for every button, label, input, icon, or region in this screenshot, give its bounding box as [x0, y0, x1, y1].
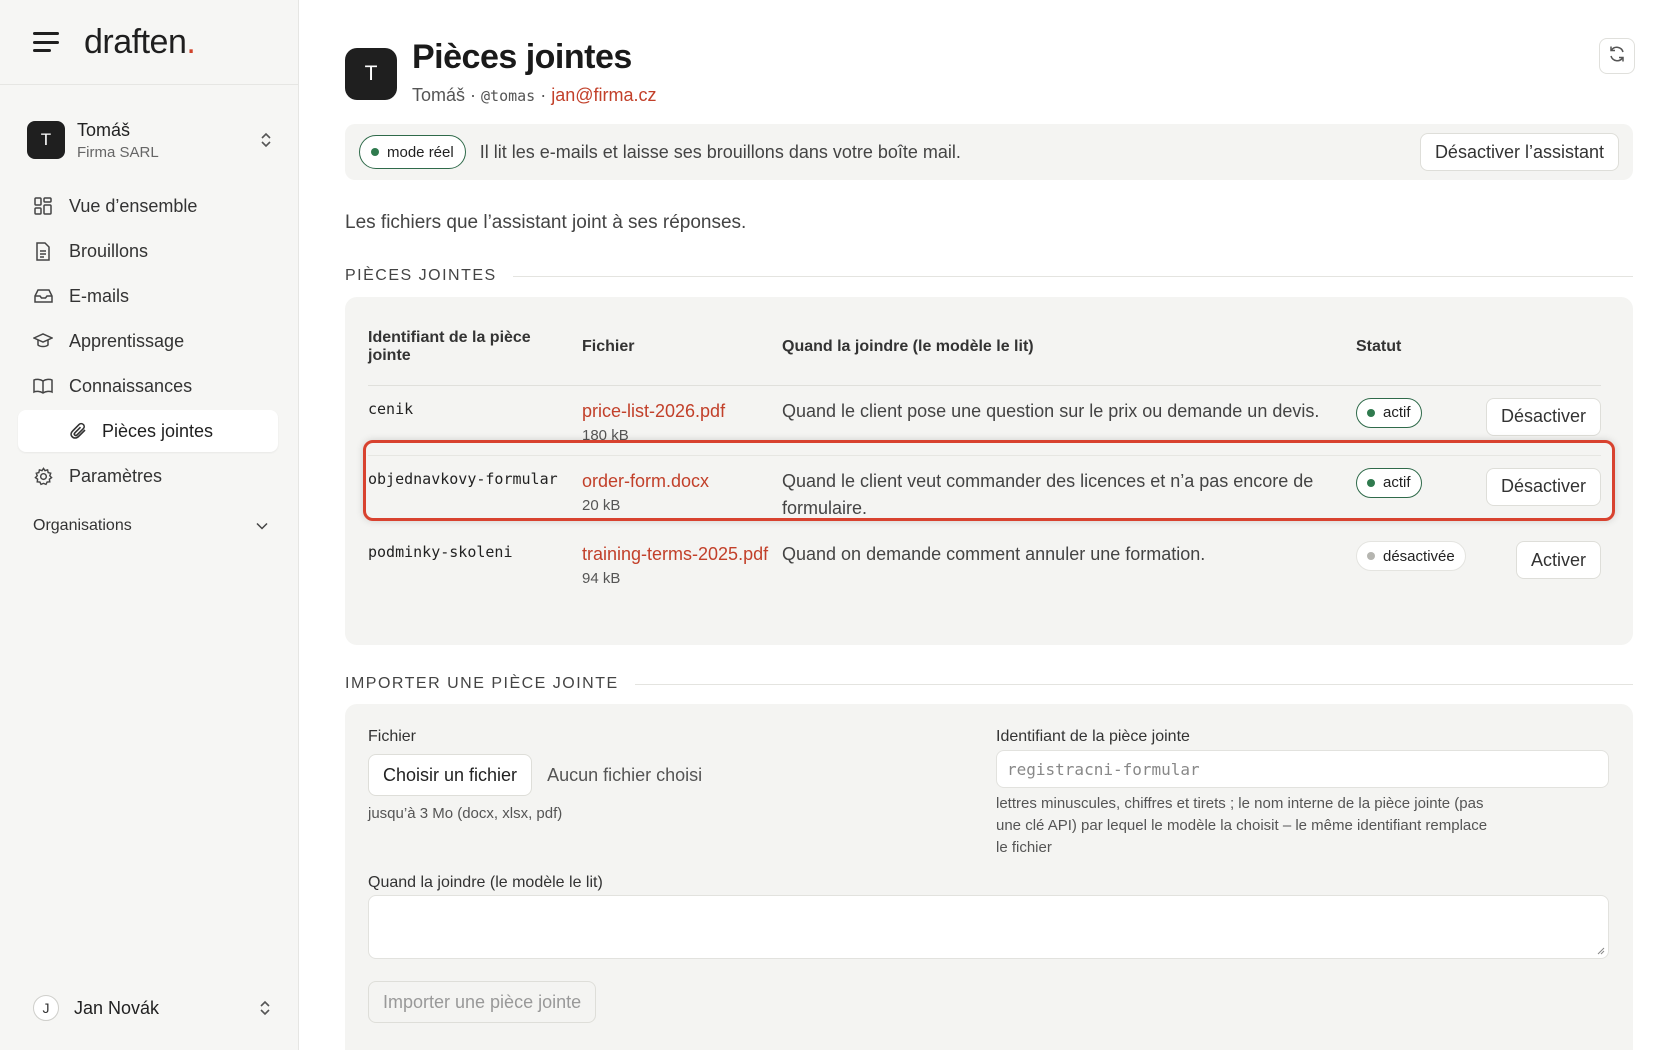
chevron-updown-icon: [258, 131, 274, 149]
menu-icon[interactable]: [33, 32, 59, 52]
page-title: Pièces jointes: [412, 38, 632, 76]
resize-handle-icon[interactable]: [1595, 945, 1605, 955]
nav-item-knowledge[interactable]: Connaissances: [0, 365, 280, 407]
upload-section-heading: IMPORTER UNE PIÈCE JOINTE: [345, 675, 1633, 693]
file-size: 20 kB: [582, 496, 621, 514]
attachments-section-heading: PIÈCES JOINTES: [345, 267, 1633, 285]
column-header-when: Quand la joindre (le modèle le lit): [782, 321, 1356, 386]
org-company: Firma SARL: [77, 143, 159, 161]
activate-button[interactable]: Activer: [1515, 541, 1601, 579]
page-subtitle: Tomáš · @tomas · jan@firma.cz: [412, 85, 657, 105]
status-dot: [1367, 408, 1375, 417]
status-dot: [1367, 552, 1375, 560]
disable-assistant-button[interactable]: Désactiver l’assistant: [1419, 133, 1619, 171]
attach-condition: Quand le client pose une question sur le…: [782, 400, 1320, 421]
upload-card: Fichier Choisir un fichier Aucun fichier…: [345, 704, 1633, 1050]
status-badge: désactivée: [1356, 541, 1466, 571]
file-hint: jusqu’à 3 Mo (docx, xlsx, pdf): [368, 805, 563, 822]
id-hint: lettres minuscules, chiffres et tirets ;…: [996, 795, 1488, 856]
nav-item-drafts[interactable]: Brouillons: [0, 230, 280, 272]
chevron-updown-icon: [257, 999, 273, 1017]
status-dot: [1367, 478, 1375, 487]
brand-bar: draften.: [0, 0, 298, 85]
file-picker: Choisir un fichier Aucun fichier choisi: [368, 754, 702, 796]
org-avatar: T: [27, 121, 65, 159]
email-link[interactable]: jan@firma.cz: [551, 85, 656, 105]
mode-badge: mode réel: [359, 135, 466, 169]
nav-item-learning[interactable]: Apprentissage: [0, 320, 280, 362]
main-nav: Vue d’ensemble Brouillons E-mails Appren…: [0, 185, 298, 497]
nav-item-settings[interactable]: Paramètres: [0, 455, 280, 497]
attachment-id: podminky-skoleni: [368, 543, 513, 561]
file-size: 94 kB: [582, 570, 621, 587]
file-link[interactable]: order-form.docx: [582, 468, 782, 495]
book-icon: [33, 376, 53, 396]
table-header-row: Identifiant de la pièce jointe Fichier Q…: [368, 321, 1601, 386]
organisations-toggle[interactable]: Organisations: [33, 517, 268, 535]
user-avatar: J: [33, 995, 59, 1021]
status-badge: actif: [1356, 467, 1422, 498]
file-label: Fichier: [368, 728, 417, 745]
page-intro: Les fichiers que l’assistant joint à ses…: [345, 212, 747, 233]
inbox-icon: [33, 286, 53, 306]
dashboard-icon: [33, 196, 53, 216]
org-user-name: Tomáš: [77, 119, 131, 140]
attachment-id: cenik: [368, 399, 414, 418]
deactivate-button[interactable]: Désactiver: [1485, 467, 1601, 506]
attachments-table: Identifiant de la pièce jointe Fichier Q…: [368, 321, 1601, 619]
nav-item-emails[interactable]: E-mails: [0, 275, 280, 317]
nav-item-attachments[interactable]: Pièces jointes: [18, 410, 278, 452]
column-header-status: Statut: [1356, 321, 1476, 386]
status-dot: [371, 148, 379, 156]
chevron-down-icon: [256, 517, 268, 535]
nav-item-overview[interactable]: Vue d’ensemble: [0, 185, 280, 227]
logo[interactable]: draften.: [84, 23, 196, 62]
user-switcher[interactable]: J Jan Novák: [33, 988, 273, 1028]
refresh-icon: [1608, 45, 1626, 68]
attachment-id-input[interactable]: registracni-formular: [996, 750, 1609, 788]
file-link[interactable]: price-list-2026.pdf: [582, 398, 782, 425]
column-header-file: Fichier: [582, 321, 782, 386]
table-row: objednavkovy-formular order-form.docx 20…: [368, 455, 1601, 529]
org-switcher[interactable]: T Tomáš Firma SARL: [27, 115, 274, 165]
refresh-button[interactable]: [1599, 38, 1635, 74]
graduation-cap-icon: [33, 331, 53, 351]
table-row: cenik price-list-2026.pdf 180 kB Quand l…: [368, 385, 1601, 456]
table-row: podminky-skoleni training-terms-2025.pdf…: [368, 529, 1601, 619]
when-label: Quand la joindre (le modèle le lit): [368, 874, 603, 891]
gear-icon: [33, 466, 53, 486]
when-textarea[interactable]: [368, 895, 1609, 959]
attach-condition: Quand le client veut commander des licen…: [782, 470, 1314, 518]
attach-condition: Quand on demande comment annuler une for…: [782, 544, 1206, 564]
deactivate-button[interactable]: Désactiver: [1485, 397, 1601, 436]
file-link[interactable]: training-terms-2025.pdf: [582, 541, 782, 568]
assistant-status-banner: mode réel Il lit les e-mails et laisse s…: [345, 124, 1633, 180]
user-name: Jan Novák: [74, 997, 160, 1018]
column-header-actions: [1476, 321, 1601, 386]
choose-file-button[interactable]: Choisir un fichier: [368, 754, 533, 796]
paperclip-icon: [70, 422, 88, 440]
sidebar: draften. T Tomáš Firma SARL Vue d’ensemb…: [0, 0, 299, 1050]
upload-submit-button[interactable]: Importer une pièce jointe: [368, 981, 597, 1023]
user-handle: @tomas: [481, 87, 536, 105]
document-icon: [33, 241, 53, 261]
attachment-id: objednavkovy-formular: [368, 469, 558, 488]
banner-text: Il lit les e-mails et laisse ses brouill…: [479, 141, 961, 162]
assistant-avatar: T: [345, 48, 397, 100]
id-label: Identifiant de la pièce jointe: [996, 728, 1190, 745]
status-badge: actif: [1356, 397, 1422, 428]
main-content: T Pièces jointes Tomáš · @tomas · jan@fi…: [345, 0, 1635, 1050]
column-header-id: Identifiant de la pièce jointe: [368, 321, 582, 386]
file-size: 180 kB: [582, 426, 629, 444]
attachments-card: Identifiant de la pièce jointe Fichier Q…: [345, 297, 1633, 645]
page-header: T Pièces jointes Tomáš · @tomas · jan@fi…: [345, 38, 657, 106]
no-file-text: Aucun fichier choisi: [547, 764, 703, 785]
